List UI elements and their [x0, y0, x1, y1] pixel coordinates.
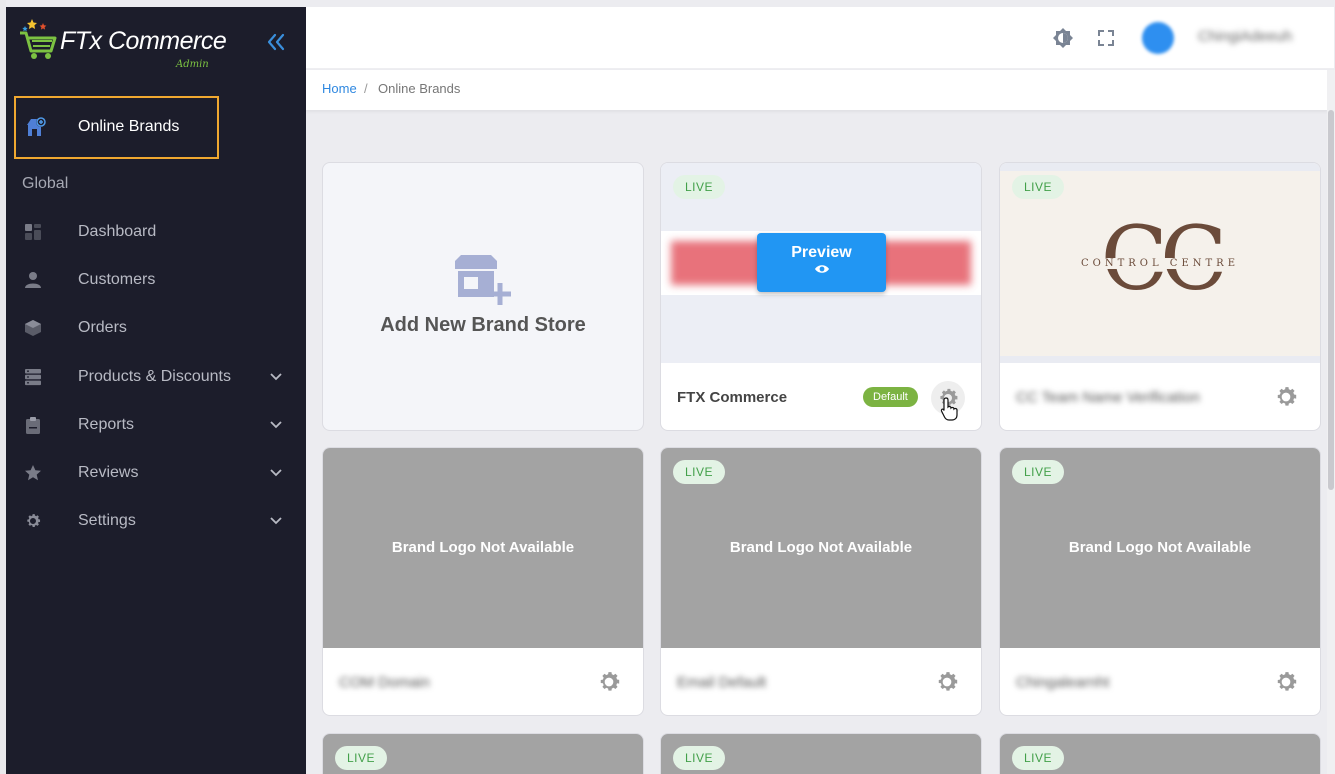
no-logo-text: Brand Logo Not Available — [1068, 539, 1252, 556]
sidebar-item-products-discounts[interactable]: Products & Discounts — [6, 357, 306, 397]
brand-name: Email Default — [677, 674, 767, 691]
preview-label: Preview — [791, 244, 852, 261]
chevron-down-icon — [270, 373, 282, 381]
breadcrumb: Home / Online Brands — [306, 70, 1328, 110]
box-icon — [25, 320, 41, 336]
live-badge: LIVE — [673, 746, 726, 770]
clipboard-icon — [26, 417, 40, 434]
brand-card[interactable]: LIVE — [999, 733, 1321, 774]
live-badge: LIVE — [673, 175, 726, 199]
server-icon — [25, 369, 41, 386]
chevron-down-icon — [270, 469, 282, 477]
brightness-icon — [1053, 28, 1073, 48]
gear-icon — [27, 514, 41, 527]
breadcrumb-home-link[interactable]: Home — [322, 81, 357, 96]
eye-icon — [814, 265, 829, 273]
top-bar: ChingiAdeeuh — [306, 7, 1334, 69]
logo-subtitle: Admin — [176, 59, 209, 70]
sidebar-item-settings[interactable]: Settings — [6, 501, 306, 541]
live-badge: LIVE — [673, 460, 726, 484]
sidebar-item-reports[interactable]: Reports — [6, 405, 306, 445]
add-brand-store-card[interactable]: Add New Brand Store — [322, 162, 644, 431]
scrollbar-thumb[interactable] — [1328, 110, 1334, 490]
sidebar-item-label: Reports — [78, 416, 135, 433]
sidebar-item-label: Settings — [78, 512, 136, 529]
sidebar: FTx Commerce Admin Online Brands Global … — [6, 7, 306, 774]
sidebar-item-label: Customers — [78, 271, 156, 288]
double-chevron-left-icon — [267, 33, 285, 51]
brand-logo-area: CC CONTROL CENTRE LIVE — [1000, 163, 1320, 363]
brand-card[interactable]: LIVE Brand Logo Not Available Email Defa… — [660, 447, 982, 716]
sidebar-item-label: Products & Discounts — [78, 368, 231, 385]
live-badge: LIVE — [1012, 460, 1065, 484]
sidebar-item-label: Reviews — [78, 464, 139, 481]
collapse-sidebar-button[interactable] — [265, 32, 287, 52]
brand-name: FTX Commerce — [677, 389, 788, 406]
store-icon — [27, 117, 46, 136]
breadcrumb-separator: / — [364, 81, 368, 96]
avatar[interactable] — [1142, 22, 1174, 54]
brand-name: CC Team Name Verification — [1016, 389, 1200, 406]
brand-logo-area: LIVE Preview — [661, 163, 981, 363]
default-badge: Default — [863, 387, 918, 407]
brand-logo-area: Brand Logo Not Available — [323, 448, 643, 648]
dashboard-icon — [25, 224, 41, 240]
fullscreen-icon — [1098, 30, 1114, 46]
brand-card[interactable]: Brand Logo Not Available COM Domain — [322, 447, 644, 716]
theme-toggle-button[interactable] — [1052, 27, 1074, 49]
gear-icon[interactable] — [1273, 384, 1299, 410]
sidebar-item-label: Dashboard — [78, 223, 157, 240]
live-badge: LIVE — [1012, 175, 1065, 199]
username[interactable]: ChingiAdeeuh — [1198, 28, 1292, 45]
nav-section-title: Global — [22, 175, 69, 192]
add-store-icon — [455, 255, 511, 305]
sidebar-item-label: Orders — [78, 319, 127, 336]
cart-logo-icon — [20, 19, 57, 59]
breadcrumb-current: Online Brands — [378, 81, 461, 96]
chevron-down-icon — [270, 421, 282, 429]
control-centre-logo-text: CONTROL CENTRE — [1000, 258, 1320, 269]
brand-card[interactable]: LIVE Brand Logo Not Available Chingalear… — [999, 447, 1321, 716]
brand-card[interactable]: LIVE Preview FTX Commerce Default — [660, 162, 982, 431]
brand-name: COM Domain — [339, 674, 430, 691]
live-badge: LIVE — [335, 746, 388, 770]
sidebar-item-online-brands[interactable]: Online Brands — [14, 96, 219, 159]
sidebar-item-orders[interactable]: Orders — [6, 308, 306, 348]
brand-name: Chingalearnht — [1016, 674, 1110, 691]
sidebar-item-dashboard[interactable]: Dashboard — [6, 212, 306, 252]
fullscreen-button[interactable] — [1095, 27, 1117, 49]
pointer-cursor-icon — [940, 397, 958, 421]
gear-icon[interactable] — [596, 669, 622, 695]
page-scrollbar[interactable] — [1327, 70, 1335, 774]
preview-button[interactable]: Preview — [757, 233, 886, 292]
logo-text: FTx Commerce — [60, 27, 227, 55]
no-logo-text: Brand Logo Not Available — [729, 539, 913, 556]
brand-logo-area: LIVE Brand Logo Not Available — [661, 448, 981, 648]
brand-card[interactable]: CC CONTROL CENTRE LIVE CC Team Name Veri… — [999, 162, 1321, 431]
app-logo[interactable]: FTx Commerce Admin — [18, 13, 227, 71]
no-logo-text: Brand Logo Not Available — [391, 539, 575, 556]
brand-card[interactable]: LIVE — [660, 733, 982, 774]
brand-logo-area: LIVE Brand Logo Not Available — [1000, 448, 1320, 648]
sidebar-item-reviews[interactable]: Reviews — [6, 453, 306, 493]
user-icon — [25, 272, 41, 288]
star-icon — [25, 465, 41, 481]
chevron-down-icon — [270, 517, 282, 525]
gear-icon[interactable] — [934, 669, 960, 695]
brand-card[interactable]: LIVE — [322, 733, 644, 774]
sidebar-item-customers[interactable]: Customers — [6, 260, 306, 300]
add-brand-store-label: Add New Brand Store — [380, 314, 586, 336]
gear-icon[interactable] — [1273, 669, 1299, 695]
sidebar-item-label: Online Brands — [78, 118, 180, 135]
live-badge: LIVE — [1012, 746, 1065, 770]
